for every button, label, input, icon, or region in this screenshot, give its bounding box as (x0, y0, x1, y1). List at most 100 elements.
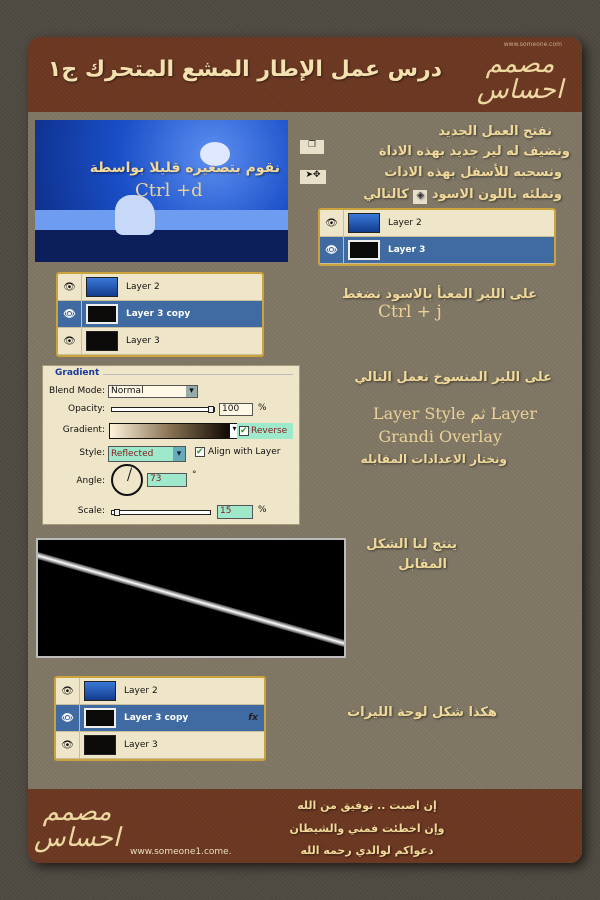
layer-name: Layer 2 (124, 686, 158, 696)
paint-bucket-icon: ◈ (413, 190, 428, 204)
layers-panel-2: 👁 Layer 2 👁 Layer 3 copy 👁 Layer 3 (56, 272, 264, 357)
layer-name: Layer 2 (388, 218, 422, 228)
gradient-swatch[interactable] (109, 423, 229, 439)
layer-name: Layer 3 copy (126, 309, 191, 319)
layer-thumbnail (84, 735, 116, 755)
eye-icon[interactable]: 👁 (58, 327, 82, 355)
layer-thumbnail (84, 708, 116, 728)
layer-row[interactable]: 👁 Layer 3 (56, 731, 264, 759)
eye-icon[interactable]: 👁 (56, 731, 80, 759)
eye-icon[interactable]: 👁 (56, 704, 80, 732)
layers-panel-1: 👁 Layer 2 👁 Layer 3 (318, 208, 556, 266)
gradient-overlay-panel: Gradient Blend Mode: Normal ▾ Opacity: 10… (42, 365, 300, 525)
layer-thumbnail (86, 277, 118, 297)
layer-name: Layer 2 (126, 282, 160, 292)
glow-line (38, 551, 344, 652)
layer-thumbnail (348, 213, 380, 233)
angle-dial[interactable] (111, 464, 143, 496)
degree-sign: ° (192, 470, 197, 480)
surf (35, 210, 288, 230)
layer-name: Layer 3 (388, 245, 426, 255)
angle-input[interactable]: 73 (147, 473, 187, 487)
layer-row[interactable]: 👁 Layer 2 (56, 677, 264, 705)
step3-line-2: Layer Style ثم Layer (372, 404, 537, 423)
blend-mode-value: Normal (111, 386, 144, 396)
style-value: Reflected (111, 449, 154, 459)
opacity-slider[interactable] (111, 406, 215, 413)
horse (115, 195, 155, 235)
step4-line-2: المقابل (398, 557, 447, 572)
align-checkbox[interactable]: ✔ Align with Layer (195, 447, 280, 457)
step1-line-2: ونضيف له لير جديد بهذه الاداة (378, 144, 570, 159)
new-layer-icon: ❐ (300, 140, 324, 154)
page-title: درس عمل الإطار المشع المتحرك ج١ (47, 57, 442, 82)
step1-line-4: ونملئه باللون الاسود ◈ كالتالي (363, 187, 562, 204)
style-label: Style: (79, 448, 105, 458)
scale-label: Scale: (77, 506, 105, 516)
result-preview (36, 538, 346, 658)
eye-icon[interactable]: 👁 (58, 300, 82, 328)
chevron-down-icon: ▾ (173, 447, 185, 461)
layer-row[interactable]: 👁 Layer 3 copy fx (56, 704, 264, 732)
layers-panel-3: 👁 Layer 2 👁 Layer 3 copy fx 👁 Layer 3 (54, 676, 266, 761)
step3-line-4: ونختار الاعدادات المقابله (360, 452, 507, 466)
chevron-down-icon: ▾ (186, 386, 197, 397)
layer-row[interactable]: 👁 Layer 3 copy (58, 300, 262, 328)
layer-row[interactable]: 👁 Layer 2 (320, 209, 554, 237)
footer-line-3: دعواكم لوالدي رحمه الله (300, 844, 434, 857)
layer-row[interactable]: 👁 Layer 3 (320, 236, 554, 264)
step3-line-1: على اللير المنسوخ نعمل التالي (354, 370, 552, 385)
layer-name: Layer 3 (124, 740, 158, 750)
layer-name: Layer 3 copy (124, 713, 189, 723)
logo-url: www.someone.com (503, 41, 562, 48)
layer-thumbnail (86, 304, 118, 324)
layer-thumbnail (86, 331, 118, 351)
fx-icon[interactable]: fx (248, 713, 258, 723)
step2-line: على اللير المعبأ بالاسود نضغط (341, 287, 537, 302)
footer-logo: مصمم احساس (33, 797, 121, 853)
step1-line-1: نفتح العمل الجديد (438, 124, 552, 139)
eye-icon[interactable]: 👁 (320, 236, 344, 264)
layer-thumbnail (84, 681, 116, 701)
fill-text: ونملئه باللون الاسود (431, 187, 562, 202)
layer-row[interactable]: 👁 Layer 3 (58, 327, 262, 355)
eye-icon[interactable]: 👁 (56, 677, 80, 705)
checkmark-icon: ✔ (195, 447, 205, 457)
angle-hand (127, 467, 133, 482)
image-shortcut: Ctrl +d (135, 180, 203, 201)
layer-row[interactable]: 👁 Layer 2 (58, 273, 262, 301)
step1-line-3: ونسحبه للأسفل بهذه الادات (384, 165, 562, 180)
beach (35, 230, 288, 262)
style-select[interactable]: Reflected ▾ (108, 446, 186, 462)
moon-horse-image: نقوم بتصغيره قليلا بواسطة Ctrl +d (35, 120, 288, 262)
layer-thumbnail (348, 240, 380, 260)
gradient-label: Gradient: (62, 425, 105, 435)
percent-sign: % (258, 505, 267, 515)
move-tool-icon: ➤✥ (300, 170, 326, 184)
opacity-label: Opacity: (68, 404, 105, 414)
footer-line-1: إن اصبت .. توفيق من الله (297, 799, 437, 812)
blend-mode-label: Blend Mode: (48, 386, 105, 396)
eye-icon[interactable]: 👁 (58, 273, 82, 301)
percent-sign: % (258, 403, 267, 413)
divider (103, 374, 293, 375)
as-follows-text: كالتالي (363, 187, 409, 202)
header-band: www.someone.com مصمم احساس درس عمل الإطا… (28, 37, 582, 112)
step5-line: هكذا شكل لوحة الليرات (347, 705, 497, 720)
logo: مصمم احساس (476, 49, 564, 105)
footer-line-2: وإن اخطئت فمني والشيطان (289, 822, 445, 835)
reverse-checkbox[interactable]: ✔ Reverse (237, 423, 293, 439)
eye-icon[interactable]: 👁 (320, 209, 344, 237)
scale-input[interactable]: 15 (217, 505, 253, 519)
slider-thumb[interactable] (208, 406, 214, 413)
tutorial-card: www.someone.com مصمم احساس درس عمل الإطا… (28, 37, 582, 863)
footer-band: مصمم احساس www.someone1.come. إن اصبت ..… (28, 789, 582, 863)
image-caption: نقوم بتصغيره قليلا بواسطة (89, 160, 280, 176)
angle-label: Angle: (76, 476, 105, 486)
opacity-input[interactable]: 100 (219, 403, 253, 416)
footer-url[interactable]: www.someone1.come. (130, 847, 232, 857)
blend-mode-select[interactable]: Normal ▾ (108, 385, 198, 398)
slider-thumb[interactable] (113, 509, 120, 516)
panel-title: Gradient (55, 368, 100, 378)
scale-slider[interactable] (111, 509, 211, 516)
